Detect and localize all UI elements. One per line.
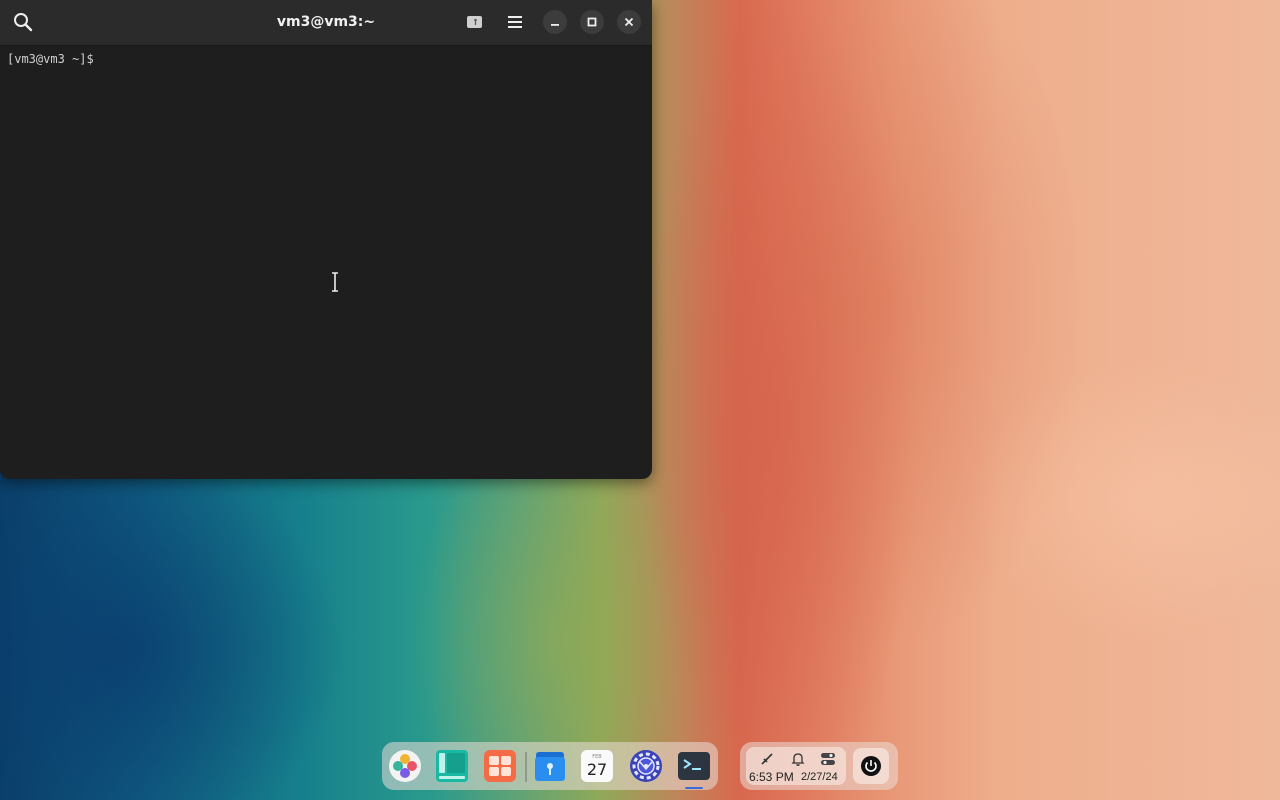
gear-icon[interactable] bbox=[628, 748, 664, 784]
terminal-icon[interactable] bbox=[676, 748, 712, 784]
power-icon bbox=[861, 756, 881, 776]
maximize-icon[interactable] bbox=[580, 10, 604, 34]
new-tab-icon[interactable] bbox=[463, 10, 487, 34]
text-cursor-icon bbox=[332, 272, 338, 292]
network-disconnected-icon[interactable] bbox=[760, 752, 774, 766]
shell-prompt: [vm3@vm3 ~]$ bbox=[7, 52, 94, 66]
close-icon[interactable] bbox=[617, 10, 641, 34]
power-button[interactable] bbox=[853, 748, 889, 784]
calendar-day: 27 bbox=[587, 760, 607, 779]
control-center-icon[interactable] bbox=[820, 751, 836, 767]
terminal-output[interactable]: [vm3@vm3 ~]$ bbox=[0, 46, 652, 72]
dock: FEB 27 bbox=[382, 742, 718, 790]
terminal-window[interactable]: vm3@vm3:~ [vm3@vm3 ~]$ bbox=[0, 0, 652, 479]
clock-time[interactable]: 6:53 PM bbox=[749, 770, 794, 784]
notification-bell-icon[interactable] bbox=[791, 751, 805, 767]
minimize-icon[interactable] bbox=[543, 10, 567, 34]
system-tray: 6:53 PM 2/27/24 bbox=[740, 742, 898, 790]
calendar-icon[interactable]: FEB 27 bbox=[579, 748, 615, 784]
status-area[interactable]: 6:53 PM 2/27/24 bbox=[746, 747, 846, 785]
file-manager-icon[interactable] bbox=[532, 748, 568, 784]
launcher-icon[interactable] bbox=[387, 748, 423, 784]
dock-separator bbox=[525, 752, 527, 782]
app-store-icon[interactable] bbox=[482, 748, 518, 784]
multitasking-icon[interactable] bbox=[434, 748, 470, 784]
title-bar[interactable]: vm3@vm3:~ bbox=[0, 0, 652, 46]
running-indicator bbox=[685, 787, 703, 789]
clock-date[interactable]: 2/27/24 bbox=[801, 771, 838, 783]
hamburger-menu-icon[interactable] bbox=[503, 10, 527, 34]
